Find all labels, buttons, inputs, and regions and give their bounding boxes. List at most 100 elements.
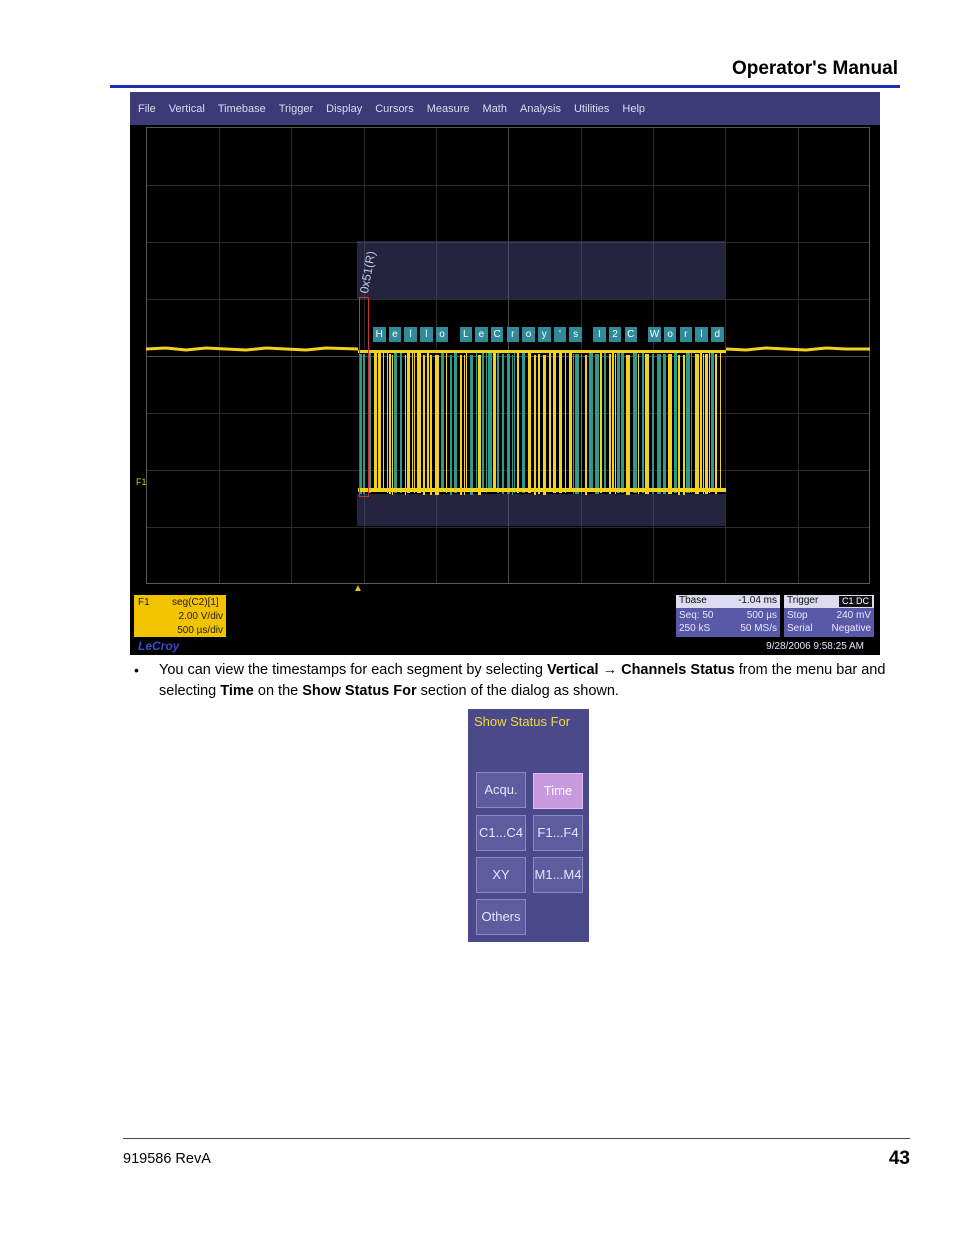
burst-pulse [683,355,685,495]
burst-pulse [482,352,484,492]
decoded-char: r [506,327,520,342]
trigger-title: Trigger [787,595,819,606]
menu-vertical[interactable]: Vertical [169,103,205,115]
scope-menubar: File Vertical Timebase Trigger Display C… [130,92,880,125]
decoded-char: y [538,327,551,342]
burst-pulse [446,353,447,493]
burst-pulse [493,352,496,492]
burst-pulse [711,352,714,492]
burst-pulse [553,353,556,493]
lecroy-logo: LeCroy [138,639,180,653]
decoded-char: o [435,327,449,342]
m1-m4-button[interactable]: M1...M4 [533,857,583,893]
menu-cursors[interactable]: Cursors [375,103,414,115]
burst-low-level [358,488,726,492]
burst-pulse [575,354,579,494]
burst-pulse [538,354,540,494]
burst-pulse [581,354,582,494]
decoded-char: C [490,327,504,342]
dialog-title: Show Status For [474,714,571,729]
menu-analysis[interactable]: Analysis [520,103,561,115]
burst-pulse [652,354,654,494]
trigger-level: 240 mV [836,610,871,621]
burst-pulse [642,353,644,493]
burst-pulse [460,355,462,495]
burst-pulse [612,352,614,492]
timebase-header: Tbase -1.04 ms [676,595,780,608]
burst-pulse [423,355,425,495]
decoded-char-strip: He l l o Le Cr o y ' s I 2 C Wo r l d [373,327,725,342]
decoded-char: I [593,327,606,342]
trigger-descriptor[interactable]: Trigger C1 DC Stop 240 mV Serial Negativ… [784,595,874,637]
burst-pulse [392,355,393,495]
burst-pulse [600,353,602,493]
document-id: 919586 RevA [123,1151,211,1167]
burst-pulse [626,355,630,495]
menu-display[interactable]: Display [326,103,362,115]
burst-pulse [678,355,680,495]
address-byte-marker [359,297,369,497]
burst-pulse [486,353,487,493]
burst-pulse [383,352,384,492]
burst-pulse [435,355,439,495]
burst-pulse [604,352,606,492]
burst-pulse [565,353,566,493]
burst-pulse [633,353,637,493]
trigger-type: Serial [787,623,813,634]
burst-pulse [405,355,406,495]
burst-pulse [585,355,587,495]
page-number: 43 [888,1148,910,1169]
burst-pulse [715,354,717,494]
burst-pulse [645,354,649,494]
menu-file[interactable]: File [138,103,156,115]
decoded-char: C [624,327,637,342]
para-text-3: on the [253,683,303,699]
menu-trigger[interactable]: Trigger [279,103,313,115]
burst-pulse [700,352,702,492]
para-bold-2: Time [220,683,254,699]
scope-timestamp: 9/28/2006 9:58:25 AM [766,641,864,652]
burst-pulse [488,352,492,492]
i2c-burst-waveform [358,350,726,495]
header-rule [110,85,900,88]
burst-pulse [389,354,391,494]
time-button[interactable]: Time [533,773,583,809]
others-button[interactable]: Others [476,899,526,935]
burst-pulse [374,352,377,492]
f1-trace-descriptor[interactable]: F1 seg(C2)[1] 2.00 V/div 500 µs/div [134,595,226,637]
decoded-char: l [420,327,433,342]
burst-pulse [609,354,611,494]
f1-source: seg(C2)[1] [172,597,219,608]
burst-pulse [514,353,515,493]
manual-title: Operator's Manual [731,58,898,79]
trigger-position-icon: ▲ [353,583,363,594]
f1-f4-button[interactable]: F1...F4 [533,815,583,851]
burst-pulse [387,353,388,493]
decoded-char: o [522,327,535,342]
para-text-4: section of the dialog as shown. [416,683,619,699]
burst-pulse [720,352,721,492]
c1-c4-button[interactable]: C1...C4 [476,815,526,851]
menu-measure[interactable]: Measure [427,103,470,115]
menu-help[interactable]: Help [622,103,645,115]
burst-pulse [507,354,510,494]
timebase-title: Tbase [679,595,707,606]
burst-pulse [512,355,513,495]
timebase-samples: 250 kS [679,623,711,634]
acqu-button[interactable]: Acqu. [476,772,526,808]
menu-math[interactable]: Math [483,103,507,115]
burst-pulse [497,353,499,493]
timebase-descriptor[interactable]: Tbase -1.04 ms Seq: 50 500 µs 250 kS 50 … [676,595,780,637]
burst-pulse [417,353,421,493]
menu-utilities[interactable]: Utilities [574,103,609,115]
burst-pulse [414,353,415,493]
burst-pulse [476,352,477,492]
xy-button[interactable]: XY [476,857,526,893]
menu-timebase[interactable]: Timebase [218,103,266,115]
burst-pulse [464,355,465,495]
channel-marker: F1 [136,477,147,487]
idle-trace-left [146,346,358,352]
burst-pulse [427,352,429,492]
decoded-char: l [404,327,417,342]
timebase-delay: -1.04 ms [738,595,777,606]
